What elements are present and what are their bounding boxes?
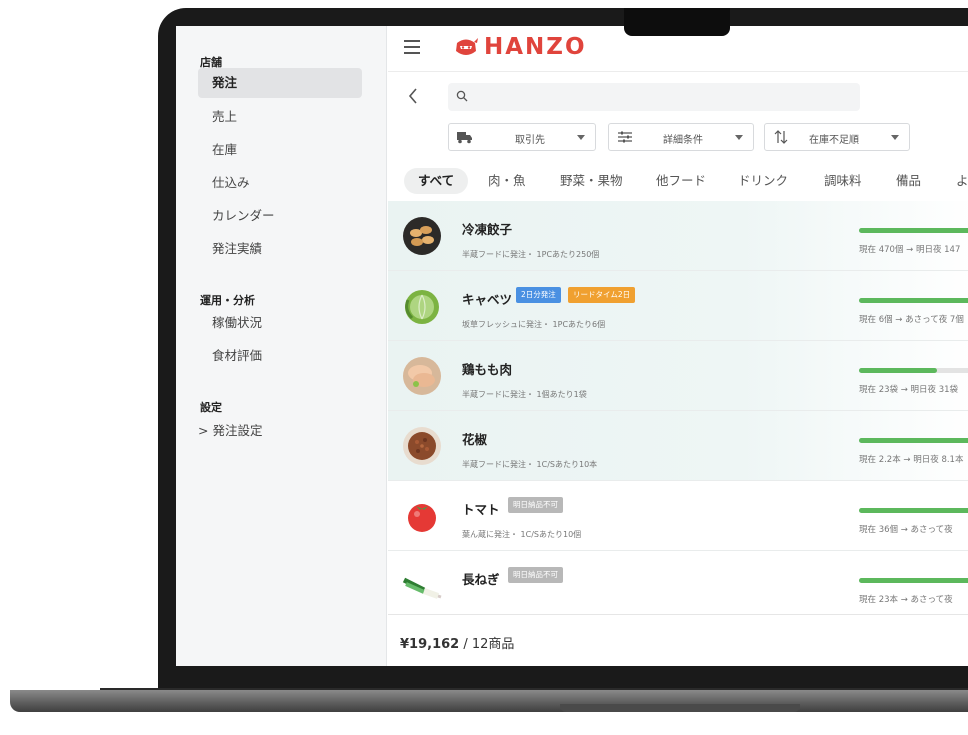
stock-forecast: 現在 23袋 → 明日夜 31袋 (859, 385, 959, 395)
product-row[interactable]: 花椒 半蔵フードに発注・ 1C/Sあたり10本 現在 2.2本 → 明日夜 8.… (388, 411, 968, 481)
laptop-hinge (560, 704, 800, 712)
gyoza-thumbnail (403, 217, 441, 255)
product-row[interactable]: 冷凍餃子 半蔵フードに発注・ 1PCあたり250個 現在 470個 → 明日夜 … (388, 201, 968, 271)
laptop-base (10, 690, 968, 712)
chicken-thigh-thumbnail (403, 357, 441, 395)
stock-level-fill (859, 438, 968, 443)
stock-level-bar (859, 578, 968, 583)
hamburger-menu-icon[interactable] (404, 40, 420, 54)
filter-detail-label: 詳細条件 (663, 135, 703, 146)
sidebar-item-inventory[interactable]: 在庫 (198, 135, 362, 165)
tab-meat-fish[interactable]: 肉・魚 (488, 168, 526, 194)
product-supplier-info: 半蔵フードに発注・ 1個あたり1袋 (462, 390, 587, 399)
sidebar-item-order-history[interactable]: 発注実績 (198, 234, 362, 264)
stock-forecast: 現在 470個 → 明日夜 147 (859, 245, 961, 255)
filter-detail-conditions[interactable]: 詳細条件 (608, 123, 754, 151)
order-item-count: / 12商品 (459, 637, 515, 652)
product-name: 花椒 (462, 432, 488, 447)
truck-icon (457, 132, 472, 144)
hanzo-logo-icon (456, 38, 478, 55)
product-row[interactable]: トマト 明日納品不可 葉ん蔵に発注・ 1C/Sあたり10個 現在 36個 → あ… (388, 481, 968, 551)
product-supplier-info: 半蔵フードに発注・ 1C/Sあたり10本 (462, 460, 598, 469)
product-supplier-info: 葉ん蔵に発注・ 1C/Sあたり10個 (462, 530, 582, 539)
stock-forecast: 現在 23本 → あさって夜 (859, 595, 953, 605)
tab-supplies[interactable]: 備品 (896, 168, 921, 194)
product-name: 長ねぎ (462, 572, 500, 587)
sidebar-item-order-settings[interactable]: > 発注設定 (198, 416, 362, 446)
stock-level-bar (859, 228, 968, 233)
filter-sort-label: 在庫不足順 (809, 135, 859, 146)
product-name: トマト (462, 502, 500, 517)
order-summary: ¥19,162 / 12商品 (388, 614, 968, 666)
product-name: 鶏もも肉 (462, 362, 513, 377)
product-name: キャベツ (462, 292, 513, 307)
product-row[interactable]: キャベツ 2日分発注 リードタイム2日 坂草フレッシュに発注・ 1PCあたり6個… (388, 271, 968, 341)
product-name: 冷凍餃子 (462, 222, 513, 237)
laptop-notch (624, 8, 730, 36)
chevron-down-icon (891, 135, 899, 140)
sidebar-item-sales[interactable]: 売上 (198, 102, 362, 132)
sidebar-item-ingredient-rating[interactable]: 食材評価 (198, 341, 362, 371)
sidebar-item-operation-status[interactable]: 稼働状況 (198, 308, 362, 338)
cabbage-thumbnail (405, 290, 439, 324)
stock-level-bar (859, 438, 968, 443)
green-onion-thumbnail (402, 577, 442, 599)
stock-level-fill (859, 508, 968, 513)
tab-drinks[interactable]: ドリンク (738, 168, 788, 194)
sichuan-pepper-thumbnail (403, 427, 441, 465)
main-panel: HANZO 取引先 詳細条件 在庫不足順 すべて 肉・魚 野菜・果物 他フード … (388, 26, 968, 666)
sort-icon (774, 130, 788, 144)
tab-seasoning[interactable]: 調味料 (824, 168, 862, 194)
stock-level-fill (859, 298, 968, 303)
badge-lead-time: リードタイム2日 (568, 287, 636, 303)
badge-two-day-order: 2日分発注 (516, 287, 561, 303)
tab-other-food[interactable]: 他フード (656, 168, 706, 194)
filter-supplier[interactable]: 取引先 (448, 123, 596, 151)
stock-forecast: 現在 36個 → あさって夜 (859, 525, 953, 535)
stock-level-fill (859, 228, 968, 233)
stock-forecast: 現在 6個 → あさって夜 7個 (859, 315, 964, 325)
sidebar-section-settings: 設定 (200, 401, 222, 414)
stock-level-fill (859, 368, 937, 373)
sliders-icon (618, 131, 632, 143)
category-tabs: すべて 肉・魚 野菜・果物 他フード ドリンク 調味料 備品 よ (388, 164, 968, 200)
product-supplier-info: 半蔵フードに発注・ 1PCあたり250個 (462, 250, 600, 259)
product-list: 冷凍餃子 半蔵フードに発注・ 1PCあたり250個 現在 470個 → 明日夜 … (388, 201, 968, 611)
stock-level-bar (859, 298, 968, 303)
search-input[interactable] (448, 83, 860, 111)
back-arrow-icon[interactable] (408, 88, 418, 109)
order-total: ¥19,162 (400, 637, 460, 652)
badge-no-next-day-delivery: 明日納品不可 (508, 497, 563, 513)
tab-all[interactable]: すべて (404, 168, 469, 194)
filter-sort-order[interactable]: 在庫不足順 (764, 123, 910, 151)
stock-level-bar (859, 508, 968, 513)
search-icon (456, 90, 468, 102)
filter-supplier-label: 取引先 (515, 135, 545, 146)
sidebar-section-analysis: 運用・分析 (200, 294, 255, 307)
product-row[interactable]: 鶏もも肉 半蔵フードに発注・ 1個あたり1袋 現在 23袋 → 明日夜 31袋 (388, 341, 968, 411)
tab-more[interactable]: よ (956, 168, 968, 194)
chevron-down-icon (577, 135, 585, 140)
sidebar-item-calendar[interactable]: カレンダー (198, 201, 362, 231)
sidebar-item-prep[interactable]: 仕込み (198, 168, 362, 198)
stock-level-fill (859, 578, 968, 583)
brand-name: HANZO (484, 34, 587, 60)
tomato-thumbnail (408, 504, 436, 532)
sidebar: 店舗 発注 売上 在庫 仕込み カレンダー 発注実績 運用・分析 稼働状況 食材… (176, 26, 387, 666)
tab-vegetables-fruit[interactable]: 野菜・果物 (560, 168, 623, 194)
chevron-down-icon (735, 135, 743, 140)
app-screen: 店舗 発注 売上 在庫 仕込み カレンダー 発注実績 運用・分析 稼働状況 食材… (176, 26, 968, 666)
stock-level-bar (859, 368, 968, 373)
sidebar-item-order[interactable]: 発注 (198, 68, 362, 98)
stock-forecast: 現在 2.2本 → 明日夜 8.1本 (859, 455, 964, 465)
product-supplier-info: 坂草フレッシュに発注・ 1PCあたり6個 (462, 320, 606, 329)
product-row[interactable]: 長ねぎ 明日納品不可 現在 23本 → あさって夜 (388, 551, 968, 611)
badge-no-next-day-delivery: 明日納品不可 (508, 567, 563, 583)
